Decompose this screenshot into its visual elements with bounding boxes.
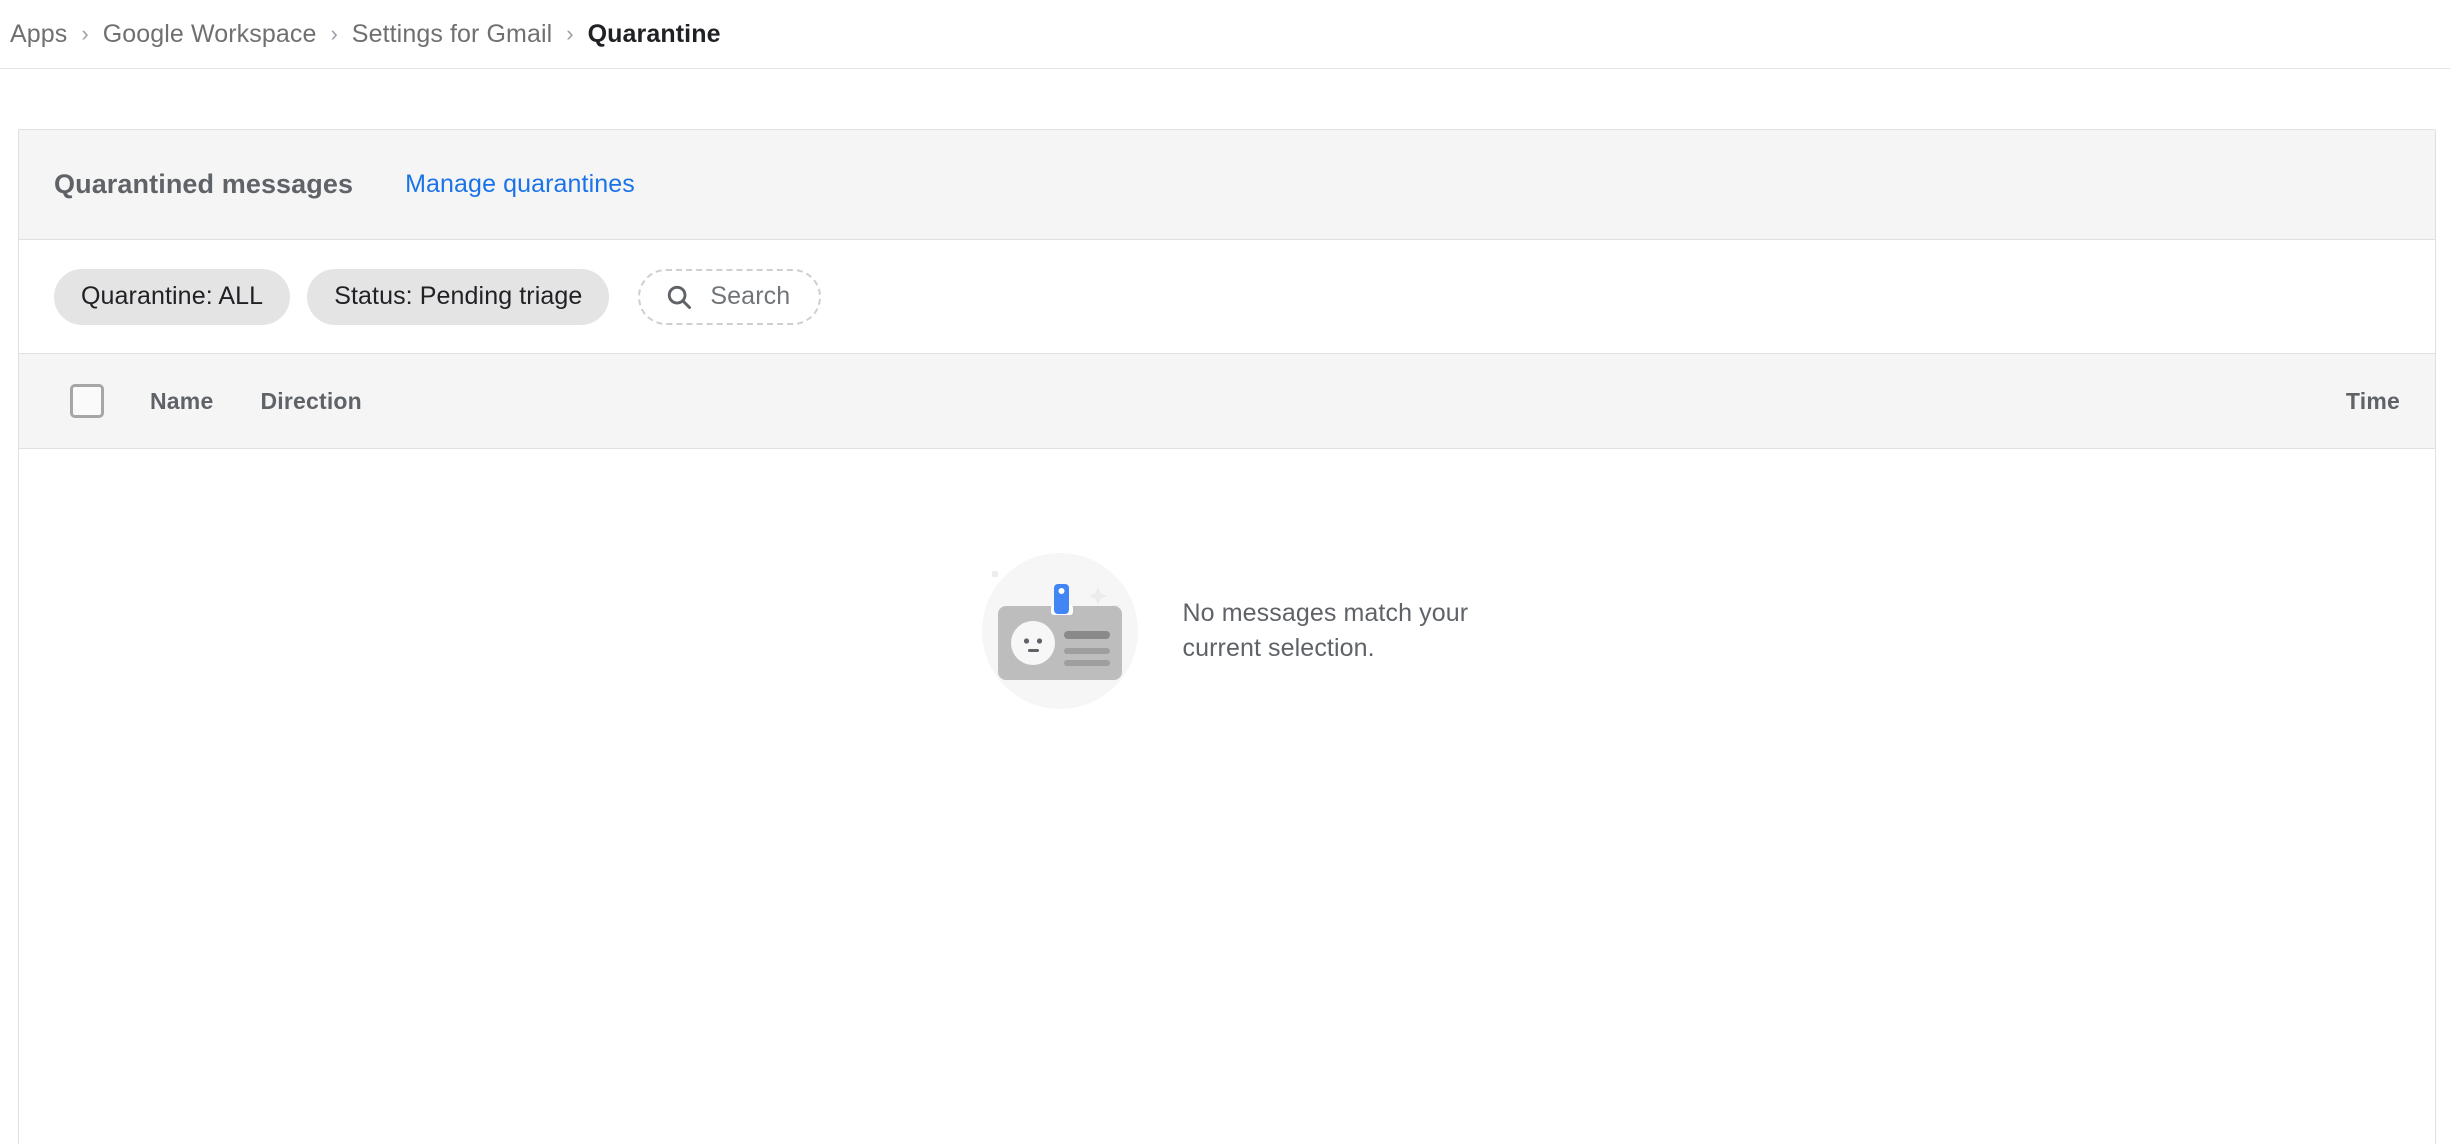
messages-table-body: No messages match your current selection… [19, 449, 2435, 1144]
breadcrumb-item-quarantine: Quarantine [587, 19, 721, 48]
column-header-direction[interactable]: Direction [260, 388, 361, 415]
breadcrumb-item-apps[interactable]: Apps [10, 20, 67, 49]
search-chip[interactable]: Search [638, 268, 822, 325]
filter-chip-status[interactable]: Status: Pending triage [307, 268, 610, 325]
page-root: Apps › Google Workspace › Settings for G… [0, 0, 2450, 1144]
empty-state-message: No messages match your current selection… [1182, 599, 1469, 662]
search-chip-label: Search [710, 282, 791, 310]
breadcrumb-separator-icon: › [81, 21, 89, 46]
column-header-time[interactable]: Time [2346, 388, 2400, 415]
breadcrumb: Apps › Google Workspace › Settings for G… [0, 0, 2450, 69]
manage-quarantines-link[interactable]: Manage quarantines [405, 170, 635, 199]
id-badge-illustration-icon [972, 543, 1148, 719]
breadcrumb-separator-icon: › [566, 21, 574, 46]
card-header: Quarantined messages Manage quarantines [19, 130, 2435, 240]
table-column-header: Name Direction Time [19, 354, 2435, 449]
filter-chip-quarantine-label: Quarantine: ALL [81, 282, 264, 310]
breadcrumb-separator-icon: › [330, 21, 338, 46]
quarantined-messages-card: Quarantined messages Manage quarantines … [18, 129, 2436, 1144]
column-header-name[interactable]: Name [150, 388, 213, 415]
page-title: Quarantined messages [54, 169, 354, 199]
filter-chip-quarantine[interactable]: Quarantine: ALL [54, 268, 291, 325]
filter-chip-status-label: Status: Pending triage [334, 282, 583, 310]
search-icon [664, 282, 694, 312]
breadcrumb-item-google-workspace[interactable]: Google Workspace [103, 20, 317, 49]
select-all-checkbox[interactable] [70, 384, 104, 418]
empty-state: No messages match your current selection… [19, 543, 2435, 719]
filter-chips-row: Quarantine: ALL Status: Pending triage S… [19, 240, 2435, 354]
breadcrumb-item-settings-for-gmail[interactable]: Settings for Gmail [352, 20, 552, 49]
